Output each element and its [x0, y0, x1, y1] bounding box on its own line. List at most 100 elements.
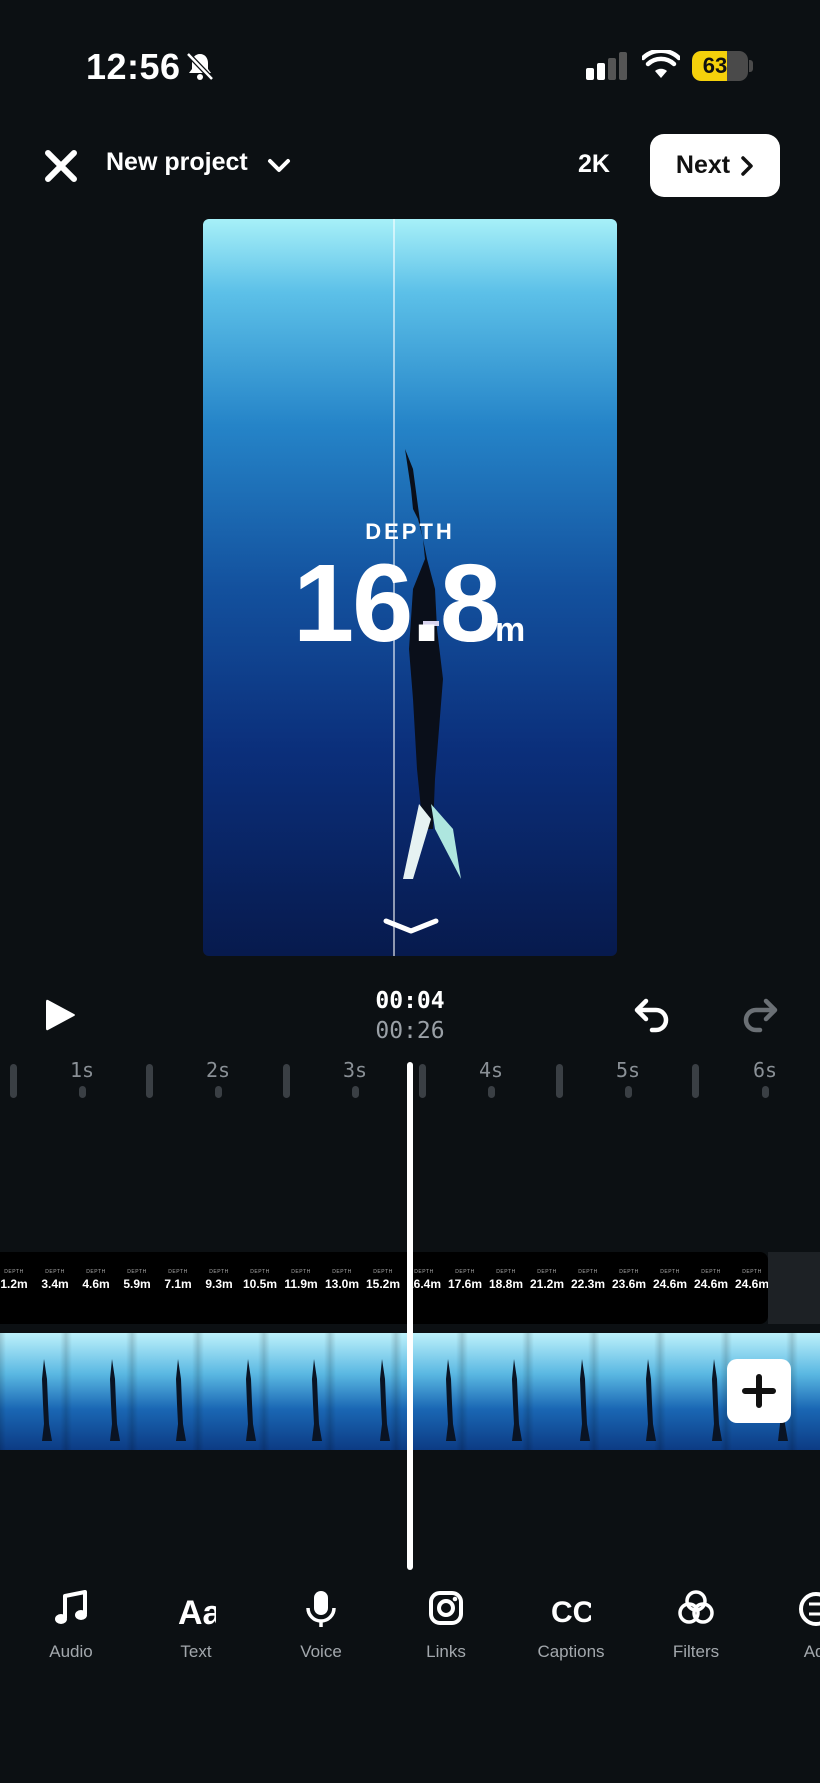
video-preview[interactable]: DEPTH 16.8 m: [203, 219, 617, 956]
thumbnail-diver: [580, 1359, 590, 1441]
tool-audio[interactable]: Audio: [21, 1588, 121, 1662]
project-title[interactable]: New project: [106, 148, 248, 177]
ruler-label: 3s: [342, 1058, 368, 1082]
text-clip-value: 24.6m: [734, 1277, 770, 1291]
bell-muted-icon: [186, 52, 214, 81]
resolution-button[interactable]: 2K: [578, 150, 610, 179]
text-clip-caption: DEPTH: [86, 1269, 106, 1275]
next-button-label: Next: [675, 151, 731, 179]
text-clip[interactable]: DEPTH 7.1m: [158, 1269, 198, 1291]
filters-icon: [678, 1590, 714, 1624]
tool-label: Audio: [49, 1642, 93, 1661]
text-clip-caption: DEPTH: [455, 1269, 475, 1275]
text-clip-caption: DEPTH: [332, 1269, 352, 1275]
ruler-label: 2s: [205, 1058, 231, 1082]
text-clip-value: 7.1m: [164, 1277, 192, 1291]
playhead[interactable]: [407, 1062, 413, 1570]
ruler-label: 6s: [752, 1058, 778, 1082]
text-clip[interactable]: DEPTH 4.6m: [76, 1269, 116, 1291]
text-clip-value: 24.6m: [652, 1277, 688, 1291]
redo-button[interactable]: [740, 996, 780, 1036]
ruler-tick: [556, 1064, 563, 1098]
text-clip[interactable]: DEPTH 24.6m: [650, 1270, 690, 1291]
close-button[interactable]: [40, 145, 82, 187]
current-time: 00:04: [375, 988, 445, 1014]
ruler-tick: [419, 1064, 426, 1098]
text-overlay-track[interactable]: DEPTH 1.2m DEPTH 3.4m DEPTH 4.6m DEPTH 5.9m DEPT…: [0, 1252, 769, 1324]
text-clip[interactable]: DEPTH 24.6m: [691, 1269, 731, 1291]
tool-label: Filters: [672, 1642, 720, 1661]
thumbnail-diver: [446, 1359, 456, 1441]
tool-label: Adj: [803, 1642, 820, 1661]
total-time: 00:26: [375, 1018, 445, 1044]
text-clip-value: 5.9m: [123, 1277, 151, 1291]
text-clip[interactable]: DEPTH 15.2m: [363, 1270, 403, 1291]
text-clip[interactable]: DEPTH 22.3m: [568, 1269, 608, 1291]
instagram-icon: [429, 1591, 463, 1625]
text-clip[interactable]: DEPTH 10.5m: [240, 1270, 280, 1291]
ruler-label: 4s: [478, 1058, 504, 1082]
text-clip[interactable]: DEPTH 9.3m: [199, 1270, 239, 1291]
svg-text:CC: CC: [551, 1596, 591, 1629]
text-clip[interactable]: DEPTH 17.6m: [445, 1269, 485, 1291]
text-clip[interactable]: DEPTH 13.0m: [322, 1269, 362, 1291]
text-clip-value: 23.6m: [611, 1277, 647, 1291]
text-clip[interactable]: DEPTH 23.6m: [609, 1270, 649, 1291]
text-clip[interactable]: DEPTH 18.8m: [486, 1269, 526, 1291]
ruler-minor-tick: [762, 1086, 769, 1098]
chevron-right-icon: [741, 155, 753, 176]
thumbnail-diver: [646, 1359, 656, 1441]
ruler-tick: [692, 1064, 699, 1098]
text-clip-value: 1.2m: [0, 1277, 28, 1291]
thumbnail-diver: [380, 1359, 390, 1441]
add-clip-button[interactable]: [727, 1359, 791, 1423]
status-time: 12:56: [86, 46, 181, 87]
text-clip-caption: DEPTH: [168, 1269, 188, 1275]
text-aa-icon: Aa: [178, 1594, 216, 1630]
music-note-icon: [55, 1590, 87, 1624]
chevron-down-icon[interactable]: [266, 155, 292, 177]
text-clip-value: 3.4m: [41, 1277, 69, 1291]
text-clip-value: 15.2m: [365, 1277, 401, 1291]
text-clip-caption: DEPTH: [701, 1269, 721, 1275]
tool-filters[interactable]: Filters: [646, 1588, 746, 1662]
ruler-minor-tick: [625, 1086, 632, 1098]
text-clip[interactable]: DEPTH 21.2m: [527, 1269, 567, 1291]
text-clip-value: 4.6m: [82, 1277, 110, 1291]
wifi-icon: [642, 50, 680, 78]
text-clip-caption: DEPTH: [4, 1269, 24, 1275]
ruler-tick: [146, 1064, 153, 1098]
tool-text[interactable]: Aa Text: [146, 1588, 246, 1662]
collapse-chevron-icon[interactable]: [381, 917, 441, 939]
text-clip[interactable]: DEPTH 5.9m: [117, 1270, 157, 1291]
text-clip-caption: DEPTH: [578, 1269, 598, 1275]
tool-label: Text: [180, 1642, 212, 1661]
text-clip[interactable]: DEPTH 3.4m: [35, 1270, 75, 1291]
text-clip-value: 21.2m: [529, 1277, 565, 1291]
tool-voice[interactable]: Voice: [271, 1588, 371, 1662]
text-clip-value: 10.5m: [242, 1277, 278, 1291]
next-button[interactable]: Next: [650, 134, 780, 197]
thumbnail-diver: [176, 1359, 186, 1441]
text-clip-value: 11.9m: [284, 1277, 318, 1291]
text-clip-caption: DEPTH: [537, 1269, 557, 1275]
ruler-tick: [283, 1064, 290, 1098]
text-clip[interactable]: DEPTH 11.9m: [281, 1270, 321, 1291]
tool-adj[interactable]: Adj: [766, 1588, 820, 1662]
text-clip-caption: DEPTH: [496, 1269, 516, 1275]
text-clip[interactable]: DEPTH 1.2m: [0, 1269, 34, 1291]
tool-label: Voice: [300, 1642, 342, 1661]
tool-captions[interactable]: CC Captions: [521, 1588, 621, 1662]
battery-tip: [749, 60, 753, 72]
ruler-label: 1s: [69, 1058, 95, 1082]
undo-button[interactable]: [632, 996, 672, 1036]
text-clip[interactable]: DEPTH 24.6m: [732, 1270, 772, 1291]
adjust-icon: [799, 1592, 820, 1626]
thumbnail-diver: [712, 1359, 722, 1441]
battery-indicator: 63: [692, 51, 748, 81]
tool-links[interactable]: Links: [396, 1588, 496, 1662]
ruler-minor-tick: [79, 1086, 86, 1098]
thumbnail-diver: [512, 1359, 522, 1441]
plus-icon: [742, 1374, 776, 1408]
thumbnail-diver: [42, 1359, 52, 1441]
